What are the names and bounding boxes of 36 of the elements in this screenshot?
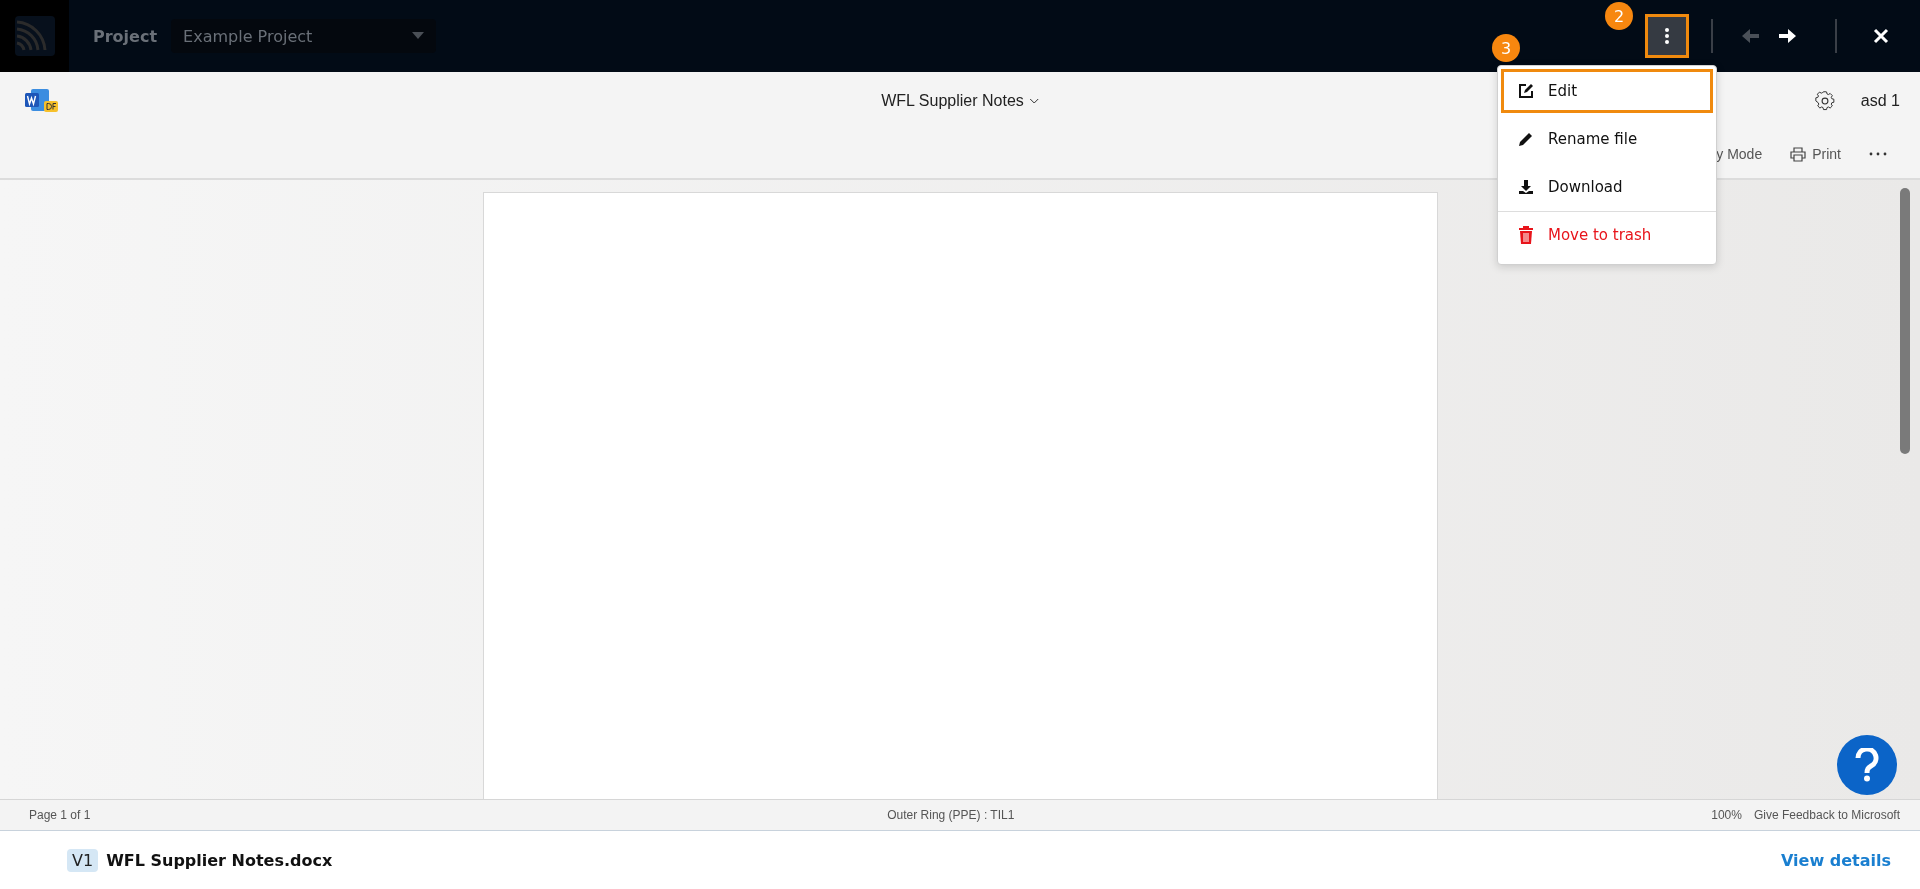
chevron-icon <box>1028 98 1039 104</box>
step-badge: 2 <box>1605 2 1633 30</box>
caret-icon <box>412 32 425 40</box>
menu-item[interactable]: Download <box>1501 165 1713 209</box>
word-file-icon <box>25 89 59 113</box>
question-mark-icon <box>1854 748 1880 782</box>
document-title-dropdown[interactable]: WFL Supplier Notes <box>881 92 1039 110</box>
version-badge: V1 <box>67 848 99 872</box>
reading-mode-button[interactable]: y Mode <box>1716 146 1763 162</box>
menu-item[interactable]: Rename file <box>1501 117 1713 161</box>
project-dropdown[interactable]: Example Project <box>171 19 437 53</box>
more-button[interactable] <box>1645 14 1689 58</box>
printer-icon <box>1790 146 1807 162</box>
pencil-icon <box>1518 131 1534 147</box>
trash-icon <box>1518 226 1534 244</box>
scrollbar-thumb[interactable] <box>1900 188 1910 454</box>
menu-item[interactable]: Edit <box>1501 69 1713 113</box>
user-name[interactable]: asd 1 <box>1860 92 1900 110</box>
page-count: Page 1 of 1 <box>29 808 91 822</box>
close-icon[interactable] <box>1873 28 1889 44</box>
more-options-icon[interactable] <box>1869 152 1887 156</box>
kebab-icon <box>1664 27 1670 45</box>
project-label: Project <box>93 26 158 46</box>
logo-icon <box>14 16 55 56</box>
file-name: WFL Supplier Notes.docx <box>106 850 333 870</box>
feedback-link[interactable]: Give Feedback to Microsoft <box>1753 808 1900 822</box>
document-location: Outer Ring (PPE) : TIL1 <box>886 808 1016 822</box>
print-button[interactable]: Print <box>1790 146 1841 162</box>
edit-icon <box>1518 83 1534 99</box>
settings-icon[interactable] <box>1814 91 1835 111</box>
zoom-level[interactable]: 100% <box>1711 808 1742 822</box>
download-icon <box>1518 179 1534 195</box>
help-button[interactable] <box>1837 735 1897 795</box>
menu-item[interactable]: Move to trash <box>1501 213 1713 257</box>
forward-arrow-icon[interactable] <box>1777 27 1797 45</box>
view-details-link[interactable]: View details <box>1780 850 1891 870</box>
